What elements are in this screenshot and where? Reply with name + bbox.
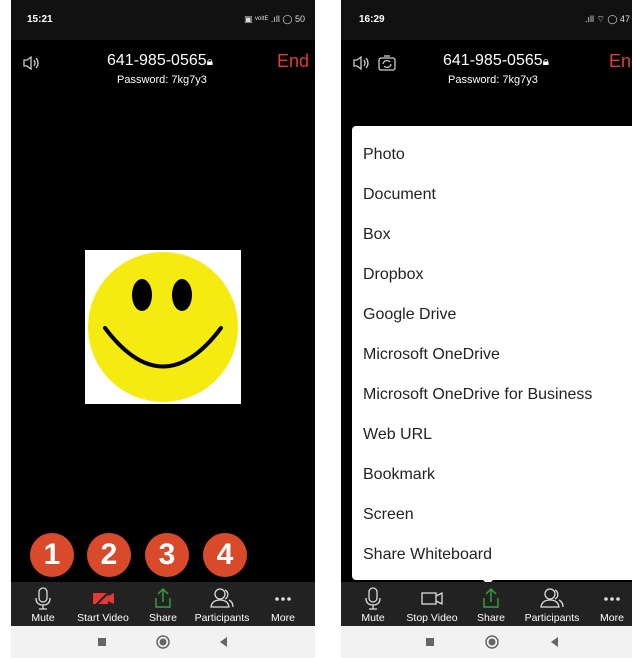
callout-badge-1: 1 — [30, 533, 74, 577]
home-icon[interactable] — [155, 634, 171, 650]
share-option-screen[interactable]: Screen — [363, 506, 414, 524]
share-icon — [155, 587, 171, 608]
right-phone-screen: 16:29 .ıll ⌔ ◯ 47 641-985-0565🔒︎ Passwor… — [341, 0, 632, 658]
lock-icon: 🔒︎ — [206, 54, 214, 68]
more-icon — [275, 597, 291, 601]
share-option-whiteboard[interactable]: Share Whiteboard — [363, 546, 492, 564]
participants-icon — [210, 588, 234, 608]
more-label: More — [271, 612, 295, 624]
recents-icon[interactable] — [94, 634, 110, 650]
speaker-icon[interactable] — [21, 53, 41, 73]
speaker-icon[interactable] — [351, 53, 371, 73]
share-option-onedrive[interactable]: Microsoft OneDrive — [363, 346, 500, 364]
android-nav-bar — [341, 626, 632, 658]
back-icon[interactable] — [216, 634, 232, 650]
share-option-box[interactable]: Box — [363, 226, 391, 244]
meeting-toolbar: Mute Start Video Share Participants More — [11, 582, 315, 626]
callout-badge-3: 3 — [145, 533, 189, 577]
microphone-icon — [35, 587, 51, 610]
end-button[interactable]: End — [277, 51, 309, 72]
status-icons: ▣ ᵛᵒˡᵗᴱ .ıll ◯ 50 — [244, 14, 305, 24]
callout-badge-4: 4 — [203, 533, 247, 577]
status-time: 15:21 — [27, 14, 53, 25]
lock-icon: 🔒︎ — [542, 54, 550, 68]
meeting-header: 641-985-0565🔒︎ Password: 7kg7y3 End — [341, 40, 632, 95]
more-label: More — [600, 612, 624, 624]
share-option-google-drive[interactable]: Google Drive — [363, 306, 456, 324]
meeting-toolbar: Mute Stop Video Share Participants More — [341, 582, 632, 626]
camera-flip-icon[interactable] — [377, 53, 397, 73]
participants-icon — [540, 588, 564, 608]
status-icons: .ıll ⌔ ◯ 47 — [584, 14, 630, 24]
left-phone-screen: 15:21 ▣ ᵛᵒˡᵗᴱ .ıll ◯ 50 641-985-0565🔒︎ P… — [11, 0, 315, 658]
smiley-face-icon — [88, 252, 238, 402]
meeting-password: Password: 7kg7y3 — [448, 74, 538, 86]
video-off-icon — [93, 588, 114, 608]
share-option-onedrive-business[interactable]: Microsoft OneDrive for Business — [363, 386, 592, 404]
status-time: 16:29 — [359, 14, 385, 25]
home-icon[interactable] — [484, 634, 500, 650]
video-icon — [421, 591, 443, 606]
more-icon — [604, 597, 620, 601]
share-option-bookmark[interactable]: Bookmark — [363, 466, 435, 484]
share-option-photo[interactable]: Photo — [363, 146, 405, 164]
video-tile-smiley — [85, 250, 241, 404]
more-button[interactable]: More — [582, 582, 632, 626]
share-option-web-url[interactable]: Web URL — [363, 426, 432, 444]
end-button[interactable]: End — [609, 51, 632, 72]
share-menu: Photo Document Box Dropbox Google Drive … — [352, 126, 632, 580]
back-icon[interactable] — [547, 634, 563, 650]
meeting-id: 641-985-0565🔒︎ — [443, 52, 550, 69]
microphone-icon — [365, 587, 381, 610]
meeting-id: 641-985-0565🔒︎ — [107, 52, 214, 69]
meeting-password: Password: 7kg7y3 — [117, 74, 207, 86]
share-option-document[interactable]: Document — [363, 186, 436, 204]
callout-badge-2: 2 — [87, 533, 131, 577]
meeting-header: 641-985-0565🔒︎ Password: 7kg7y3 End — [11, 40, 315, 95]
status-bar: 16:29 .ıll ⌔ ◯ 47 — [341, 0, 632, 40]
recents-icon[interactable] — [422, 634, 438, 650]
more-button[interactable]: More — [253, 582, 313, 626]
share-icon — [483, 587, 499, 608]
android-nav-bar — [11, 626, 315, 658]
share-option-dropbox[interactable]: Dropbox — [363, 266, 423, 284]
status-bar: 15:21 ▣ ᵛᵒˡᵗᴱ .ıll ◯ 50 — [11, 0, 315, 40]
